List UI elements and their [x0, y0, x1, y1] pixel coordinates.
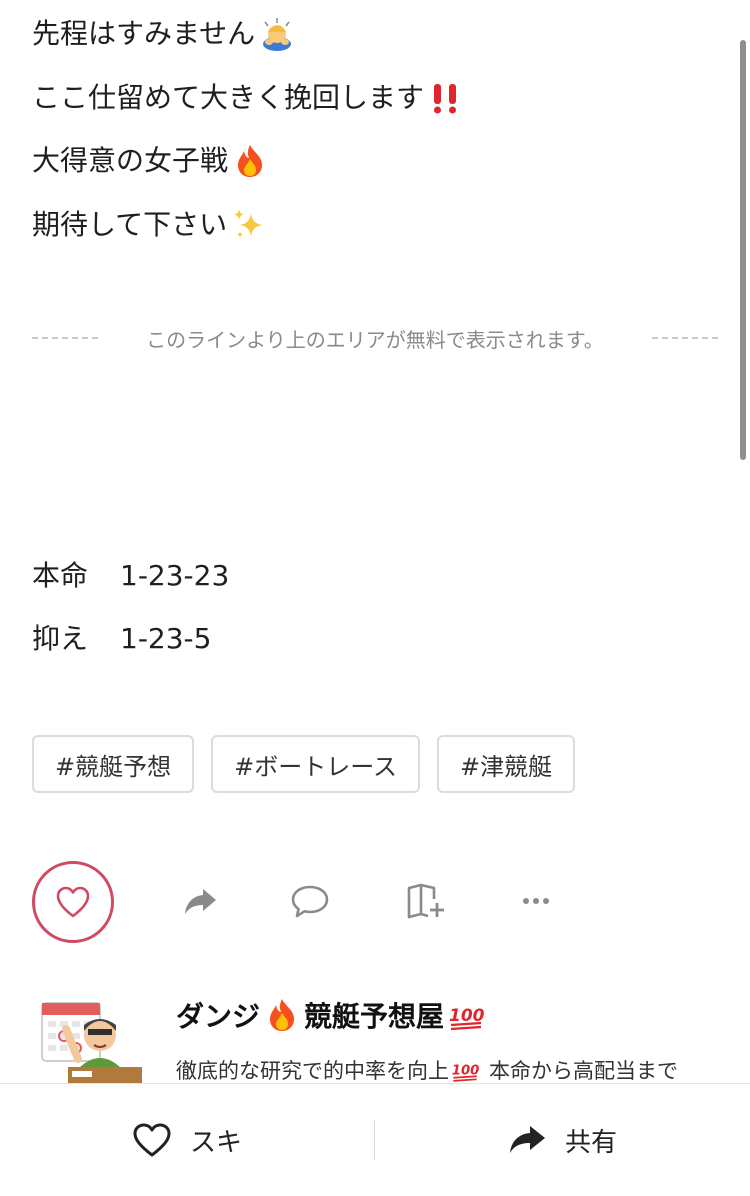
fire-icon: [232, 143, 268, 179]
intro-line-4: 期待して下さい: [32, 207, 267, 243]
hashtag-list: #競艇予想 #ボートレース #津競艇: [32, 735, 576, 793]
bottom-share-button[interactable]: 共有: [375, 1084, 749, 1196]
creator-card[interactable]: ダンジ 競艇予想屋 100 徹底的な研究で的中率を向上 100 本命から高配当ま…: [32, 985, 732, 1085]
hashtag-boatrace[interactable]: #ボートレース: [211, 735, 421, 793]
creator-avatar[interactable]: [38, 989, 142, 1085]
scrollbar[interactable]: [740, 40, 746, 460]
add-to-magazine-icon[interactable]: [406, 881, 446, 921]
intro-line-1: 先程はすみません: [32, 16, 295, 52]
paywall-divider: このラインより上のエリアが無料で表示されます。: [32, 322, 718, 354]
bottom-action-bar: スキ 共有: [0, 1083, 750, 1196]
hashtag-tsu-kyotei[interactable]: #津競艇: [437, 735, 576, 793]
article-action-bar: [32, 861, 572, 943]
intro-line-3: 大得意の女子戦: [32, 143, 268, 179]
paywall-notice: このラインより上のエリアが無料で表示されます。: [146, 327, 604, 352]
pick-backup-label: 抑え: [32, 622, 89, 655]
hashtag-kyotei-yoso[interactable]: #競艇予想: [32, 735, 195, 793]
like-button[interactable]: [32, 861, 114, 943]
divider-dashes-left: [32, 337, 98, 339]
pick-main-value: 1-23-23: [120, 559, 230, 592]
pick-backup: 抑え 1-23-5: [32, 621, 211, 657]
creator-description: 徹底的な研究で的中率を向上 100 本命から高配当まで: [176, 1055, 678, 1085]
share-arrow-icon: [509, 1126, 545, 1153]
intro-line-2: ここ仕留めて大きく挽回します: [32, 80, 464, 116]
creator-name[interactable]: ダンジ 競艇予想屋 100: [176, 995, 484, 1035]
heart-icon: [56, 886, 90, 918]
comment-icon[interactable]: [290, 881, 330, 921]
divider-dashes-right: [651, 337, 718, 339]
more-icon[interactable]: [516, 881, 556, 921]
pick-main: 本命 1-23-23: [32, 558, 229, 594]
hundred-points-icon: 100: [448, 997, 484, 1033]
pick-main-label: 本命: [32, 559, 89, 592]
heart-outline-icon: [133, 1123, 171, 1157]
bottom-share-label: 共有: [564, 1127, 617, 1158]
double-exclamation-icon: [428, 80, 464, 116]
hundred-points-icon: 100: [451, 1056, 479, 1084]
fire-icon: [264, 997, 300, 1033]
bowing-person-icon: [259, 16, 295, 52]
sparkles-icon: [231, 207, 267, 243]
bottom-like-label: スキ: [189, 1127, 242, 1158]
pick-backup-value: 1-23-5: [120, 622, 212, 655]
share-arrow-icon[interactable]: [180, 881, 220, 921]
bottom-like-button[interactable]: スキ: [0, 1084, 374, 1196]
